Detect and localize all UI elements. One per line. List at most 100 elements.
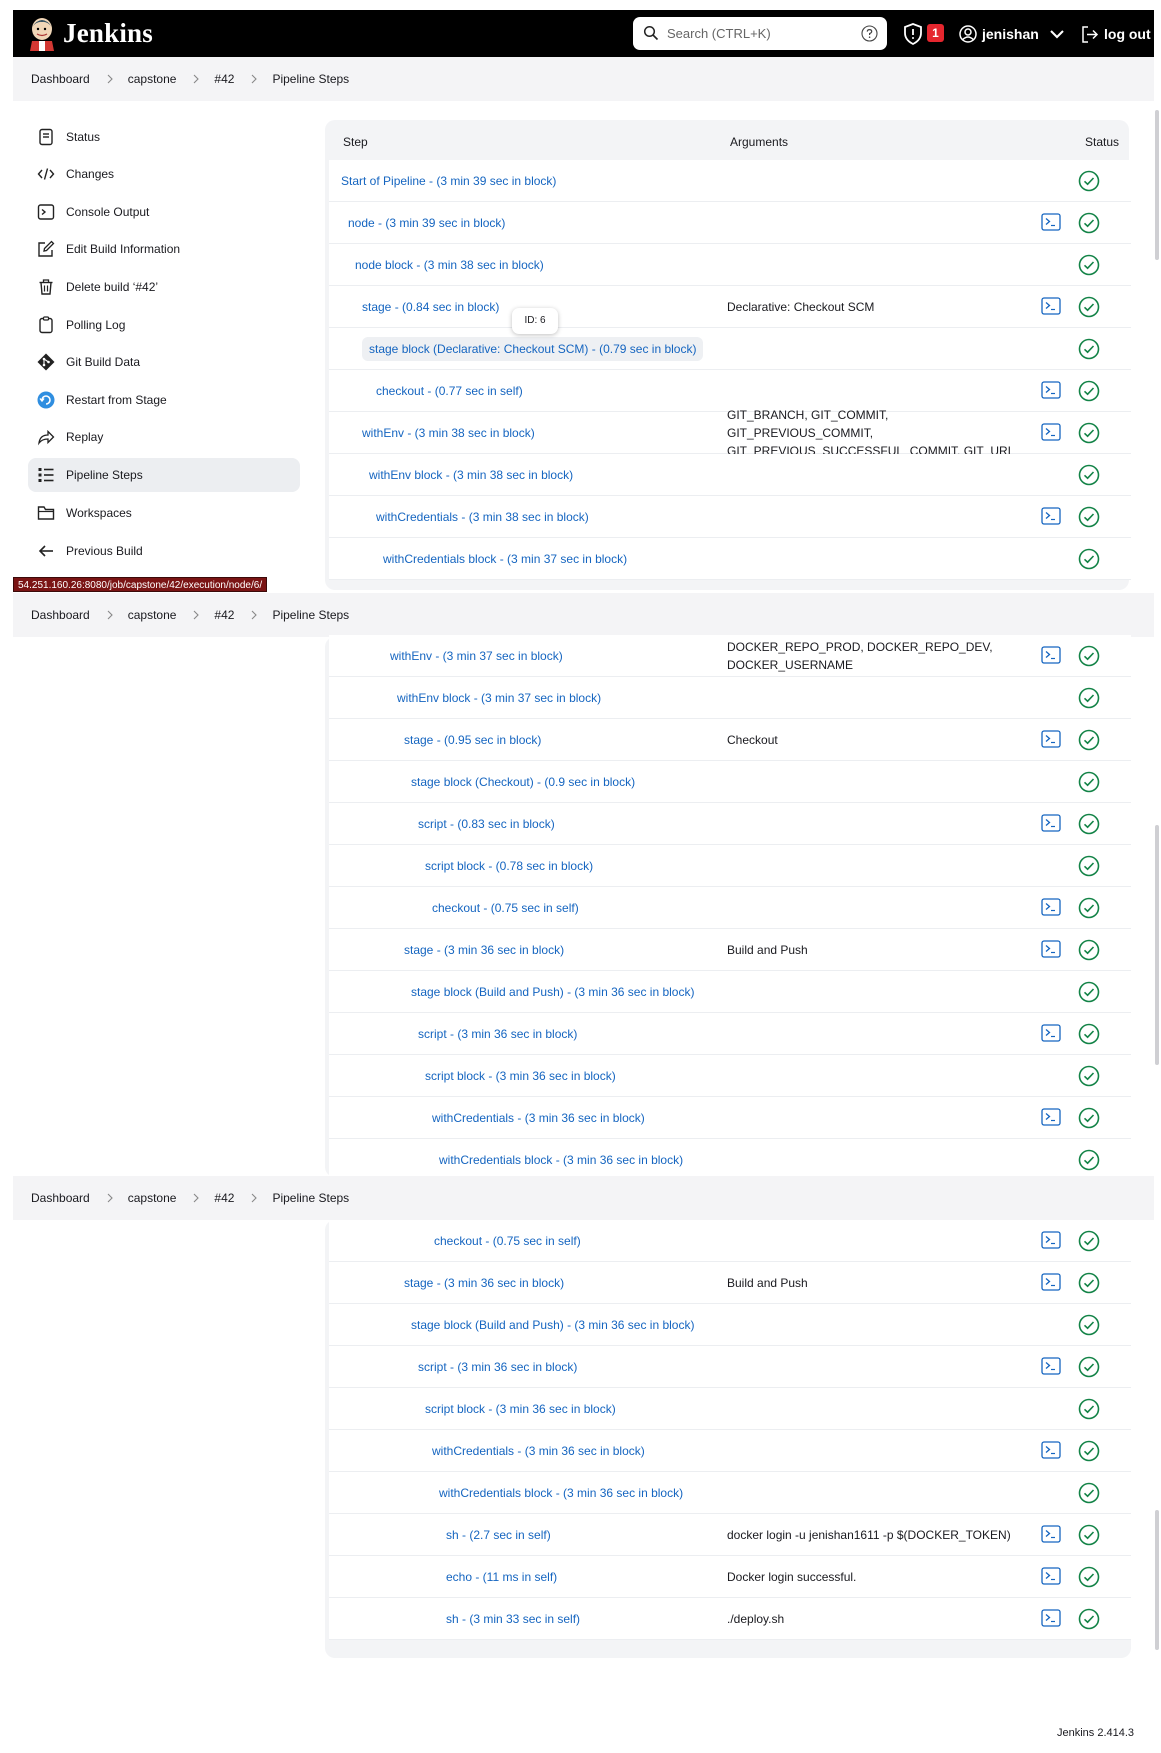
console-output-icon[interactable] — [1041, 1441, 1061, 1459]
step-label[interactable]: checkout - (0.75 sec in self) — [434, 1234, 581, 1248]
console-output-icon[interactable] — [1041, 1609, 1061, 1627]
sidebar-item-git-build-data[interactable]: Git Build Data — [28, 345, 300, 379]
step-link[interactable]: withCredentials block - (3 min 37 sec in… — [383, 538, 627, 580]
console-output-icon[interactable] — [1041, 646, 1061, 664]
breadcrumb-dashboard[interactable]: Dashboard — [29, 1191, 92, 1205]
step-label[interactable]: stage block (Declarative: Checkout SCM) … — [362, 337, 704, 361]
step-label[interactable]: withCredentials - (3 min 36 sec in block… — [432, 1444, 645, 1458]
jenkins-version[interactable]: Jenkins 2.414.3 — [1057, 1727, 1134, 1739]
step-link[interactable]: echo - (11 ms in self) — [446, 1556, 557, 1598]
step-label[interactable]: withCredentials - (3 min 38 sec in block… — [376, 510, 589, 524]
breadcrumb-current[interactable]: Pipeline Steps — [270, 1191, 351, 1205]
step-label[interactable]: withEnv - (3 min 38 sec in block) — [362, 426, 535, 440]
step-label[interactable]: script block - (0.78 sec in block) — [425, 859, 593, 873]
step-link[interactable]: withEnv block - (3 min 37 sec in block) — [397, 677, 601, 719]
step-label[interactable]: stage - (3 min 36 sec in block) — [404, 943, 564, 957]
sidebar-item-changes[interactable]: Changes — [28, 157, 300, 191]
console-output-icon[interactable] — [1041, 1024, 1061, 1042]
scrollbar-thumb[interactable] — [1155, 825, 1159, 1065]
console-output-icon[interactable] — [1041, 1567, 1061, 1585]
step-link[interactable]: script block - (3 min 36 sec in block) — [425, 1388, 616, 1430]
step-link[interactable]: withEnv block - (3 min 38 sec in block) — [369, 454, 573, 496]
sidebar-item-pipeline-steps[interactable]: Pipeline Steps — [28, 458, 300, 492]
console-output-icon[interactable] — [1041, 1525, 1061, 1543]
step-link[interactable]: stage block (Build and Push) - (3 min 36… — [411, 1304, 694, 1346]
step-link[interactable]: sh - (2.7 sec in self) — [446, 1514, 551, 1556]
search-input[interactable] — [667, 21, 853, 46]
step-label[interactable]: withCredentials - (3 min 36 sec in block… — [432, 1111, 645, 1125]
step-label[interactable]: stage block (Checkout) - (0.9 sec in blo… — [411, 775, 635, 789]
sidebar-item-delete-build[interactable]: Delete build ‘#42’ — [28, 270, 300, 304]
step-label[interactable]: stage - (3 min 36 sec in block) — [404, 1276, 564, 1290]
security-shield-icon[interactable] — [903, 23, 923, 45]
step-link[interactable]: withEnv - (3 min 38 sec in block) — [362, 412, 535, 454]
step-link[interactable]: script - (3 min 36 sec in block) — [418, 1346, 577, 1388]
step-label[interactable]: withCredentials block - (3 min 36 sec in… — [439, 1486, 683, 1500]
step-label[interactable]: Start of Pipeline - (3 min 39 sec in blo… — [341, 174, 556, 188]
sidebar-item-workspaces[interactable]: Workspaces — [28, 496, 300, 530]
console-output-icon[interactable] — [1041, 1357, 1061, 1375]
scrollbar-thumb[interactable] — [1155, 110, 1159, 260]
step-link[interactable]: Start of Pipeline - (3 min 39 sec in blo… — [341, 160, 556, 202]
security-badge[interactable]: 1 — [927, 24, 944, 42]
step-label[interactable]: stage block (Build and Push) - (3 min 36… — [411, 1318, 694, 1332]
breadcrumb-dashboard[interactable]: Dashboard — [29, 608, 92, 622]
help-icon[interactable] — [861, 25, 878, 42]
breadcrumb-current[interactable]: Pipeline Steps — [270, 608, 351, 622]
sidebar-item-edit-build-info[interactable]: Edit Build Information — [28, 232, 300, 266]
step-link[interactable]: stage block (Checkout) - (0.9 sec in blo… — [411, 761, 635, 803]
chevron-down-icon[interactable] — [1048, 25, 1066, 43]
breadcrumb-job[interactable]: capstone — [126, 608, 179, 622]
step-link[interactable]: node - (3 min 39 sec in block) — [348, 202, 505, 244]
step-link[interactable]: stage block (Build and Push) - (3 min 36… — [411, 971, 694, 1013]
console-output-icon[interactable] — [1041, 1273, 1061, 1291]
step-label[interactable]: script - (3 min 36 sec in block) — [418, 1360, 577, 1374]
step-label[interactable]: checkout - (0.77 sec in self) — [376, 384, 523, 398]
breadcrumb-dashboard[interactable]: Dashboard — [29, 72, 92, 86]
logout-link[interactable]: log out — [1080, 24, 1151, 44]
sidebar-item-console-output[interactable]: Console Output — [28, 195, 300, 229]
step-link[interactable]: checkout - (0.77 sec in self) — [376, 370, 523, 412]
step-link[interactable]: checkout - (0.75 sec in self) — [434, 1220, 581, 1262]
step-link[interactable]: stage - (0.95 sec in block) — [404, 719, 541, 761]
scrollbar-thumb[interactable] — [1155, 1510, 1159, 1650]
step-label[interactable]: withCredentials block - (3 min 37 sec in… — [383, 552, 627, 566]
step-label[interactable]: checkout - (0.75 sec in self) — [432, 901, 579, 915]
console-output-icon[interactable] — [1041, 423, 1061, 441]
step-link[interactable]: withCredentials block - (3 min 36 sec in… — [439, 1139, 683, 1181]
step-link[interactable]: node block - (3 min 38 sec in block) — [355, 244, 544, 286]
step-link[interactable]: withCredentials - (3 min 36 sec in block… — [432, 1097, 645, 1139]
step-link[interactable]: script - (3 min 36 sec in block) — [418, 1013, 577, 1055]
console-output-icon[interactable] — [1041, 898, 1061, 916]
step-link[interactable]: stage block (Declarative: Checkout SCM) … — [362, 328, 704, 370]
step-link[interactable]: stage - (0.84 sec in block) — [362, 286, 499, 328]
step-label[interactable]: script - (3 min 36 sec in block) — [418, 1027, 577, 1041]
console-output-icon[interactable] — [1041, 1108, 1061, 1126]
console-output-icon[interactable] — [1041, 940, 1061, 958]
console-output-icon[interactable] — [1041, 1231, 1061, 1249]
brand-title[interactable]: Jenkins — [63, 18, 153, 49]
step-label[interactable]: stage - (0.95 sec in block) — [404, 733, 541, 747]
step-link[interactable]: script - (0.83 sec in block) — [418, 803, 555, 845]
console-output-icon[interactable] — [1041, 730, 1061, 748]
step-label[interactable]: script block - (3 min 36 sec in block) — [425, 1402, 616, 1416]
step-label[interactable]: echo - (11 ms in self) — [446, 1570, 557, 1584]
step-label[interactable]: sh - (3 min 33 sec in self) — [446, 1612, 580, 1626]
step-label[interactable]: script - (0.83 sec in block) — [418, 817, 555, 831]
logout-label[interactable]: log out — [1104, 26, 1151, 42]
step-link[interactable]: checkout - (0.75 sec in self) — [432, 887, 579, 929]
step-label[interactable]: withEnv block - (3 min 37 sec in block) — [397, 691, 601, 705]
sidebar-item-replay[interactable]: Replay — [28, 420, 300, 454]
sidebar-item-restart-from-stage[interactable]: Restart from Stage — [28, 383, 300, 417]
step-label[interactable]: stage block (Build and Push) - (3 min 36… — [411, 985, 694, 999]
step-label[interactable]: withEnv - (3 min 37 sec in block) — [390, 649, 563, 663]
step-label[interactable]: stage - (0.84 sec in block) — [362, 300, 499, 314]
sidebar-item-status[interactable]: Status — [28, 120, 300, 154]
step-label[interactable]: withCredentials block - (3 min 36 sec in… — [439, 1153, 683, 1167]
user-menu[interactable]: jenishan — [959, 24, 1066, 44]
breadcrumb-job[interactable]: capstone — [126, 1191, 179, 1205]
step-label[interactable]: withEnv block - (3 min 38 sec in block) — [369, 468, 573, 482]
breadcrumb-job[interactable]: capstone — [126, 72, 179, 86]
console-output-icon[interactable] — [1041, 507, 1061, 525]
step-link[interactable]: withCredentials block - (3 min 36 sec in… — [439, 1472, 683, 1514]
